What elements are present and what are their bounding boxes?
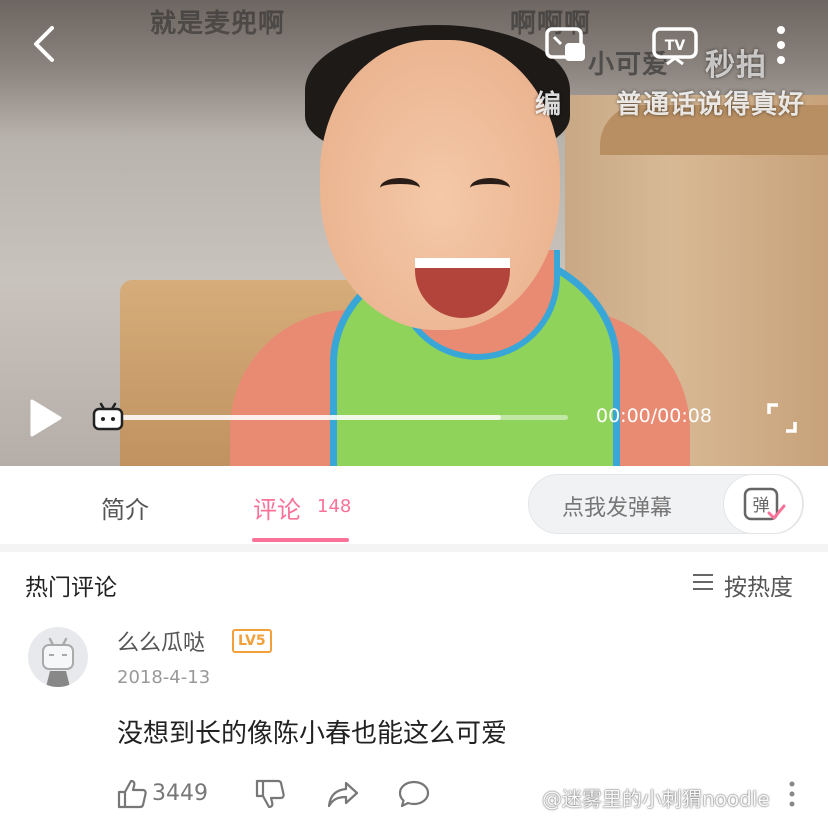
danmaku-toggle-button[interactable]: 弹 (723, 474, 803, 534)
video-frame-eye (380, 178, 420, 198)
danmaku-placeholder: 点我发弹幕 (562, 496, 673, 521)
tab-bar: 简介 评论 148 点我发弹幕 弹 (0, 466, 828, 544)
subtitle-text: 普通话说得真好 (616, 90, 806, 120)
like-count: 3449 (152, 781, 208, 806)
tv-cast-icon[interactable]: TV (652, 24, 698, 66)
comment-count-badge: 148 (317, 496, 352, 517)
active-tab-indicator (252, 538, 349, 542)
comment-text: 没想到长的像陈小春也能这么可爱 (117, 719, 508, 749)
back-arrow-icon[interactable] (30, 24, 60, 64)
danmaku-input[interactable]: 点我发弹幕 弹 (528, 474, 804, 534)
reply-comment-icon[interactable] (397, 778, 431, 810)
repost-watermark: @迷雾里的小刺猬noodle (542, 787, 770, 811)
comment-date: 2018-4-13 (117, 667, 211, 688)
progress-scrubber-icon[interactable] (91, 402, 125, 432)
playback-time: 00:00/00:08 (596, 405, 712, 427)
video-player[interactable]: 就是麦兜啊 啊啊啊 小可爱 秒拍 编 普通话说得真好 TV 00:00/00:0… (0, 0, 828, 466)
default-avatar-icon (42, 637, 74, 687)
play-icon[interactable] (28, 398, 64, 438)
hot-comments-title: 热门评论 (25, 575, 117, 601)
danmaku-icon-char: 弹 (753, 496, 770, 516)
avatar[interactable] (28, 627, 88, 687)
fullscreen-icon[interactable] (766, 402, 798, 434)
section-divider (0, 544, 828, 552)
dislike-thumbs-down-icon[interactable] (254, 778, 286, 810)
video-frame-eye (470, 178, 510, 198)
user-level-badge: LV5 (232, 629, 272, 653)
like-thumbs-up-icon[interactable] (116, 778, 148, 810)
danmaku-toggle-icon: 弹 (743, 487, 786, 521)
comment-more-icon[interactable] (786, 780, 798, 810)
tab-intro[interactable]: 简介 (101, 490, 149, 525)
svg-text:TV: TV (665, 38, 686, 54)
sort-by-heat-button[interactable]: 按热度 (724, 568, 793, 602)
comment-username[interactable]: 么么瓜哒 (117, 625, 205, 657)
progress-buffered (118, 415, 501, 420)
sort-list-icon[interactable] (692, 573, 714, 591)
source-watermark: 秒拍 (705, 48, 767, 83)
picture-in-picture-icon[interactable] (545, 26, 587, 64)
share-icon[interactable] (326, 778, 360, 810)
subtitle-text: 就是麦兜啊 (150, 9, 286, 39)
subtitle-text: 编 (535, 90, 563, 120)
more-options-icon[interactable] (774, 24, 788, 66)
tab-comments[interactable]: 评论 (253, 490, 301, 525)
